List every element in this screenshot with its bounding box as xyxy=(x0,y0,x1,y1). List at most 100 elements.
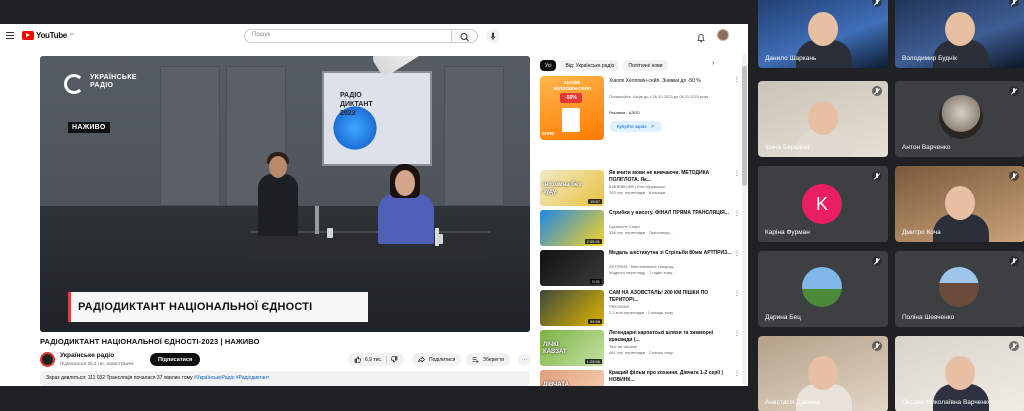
channel-name-link[interactable]: Tour de Ukraine xyxy=(609,344,734,349)
recommended-video[interactable]: іноземна без зуду 19:57 Як вчити мови не в… xyxy=(540,170,740,206)
search-button[interactable] xyxy=(452,29,478,43)
video-duration: 59:58 xyxy=(587,319,602,324)
participant-tile[interactable]: Дмитро Коча xyxy=(895,166,1024,242)
water-glass xyxy=(327,228,333,238)
chip-all[interactable]: Усі xyxy=(540,60,557,71)
mic-off-icon xyxy=(1009,86,1019,96)
participant-face xyxy=(808,12,838,46)
participant-tile[interactable]: Поліна Шевченко xyxy=(895,251,1024,327)
channel-name-link[interactable]: Українське кіно xyxy=(609,384,734,386)
save-button[interactable]: Зберегти xyxy=(466,353,511,366)
search-input[interactable]: Пошук xyxy=(244,29,452,43)
chevron-right-icon[interactable]: › xyxy=(712,60,714,67)
participant-tile[interactable]: Антон Варченко xyxy=(895,81,1024,157)
channel-name-link[interactable]: БІЗНЕВЕЛИК | Ели Мурамські xyxy=(609,184,734,189)
recommended-video[interactable]: ЛІЧКІ КАВЗАТ 1:25:56 Легендарні карпатські… xyxy=(540,330,740,366)
more-icon: ⋯ xyxy=(522,356,527,363)
filter-chips: Усі Від: Українське радіо Політичні нови xyxy=(540,60,740,72)
participant-tile[interactable]: Ірина Бережна xyxy=(758,81,888,157)
mic-off-icon xyxy=(1009,341,1019,351)
participant-tile[interactable]: Дарина Бец xyxy=(758,251,888,327)
recommended-video[interactable]: ДІВЧАТА1:35:01 Кращий фільм про кохання. … xyxy=(540,370,740,386)
youtube-logo[interactable]: YouTube UA xyxy=(22,31,74,40)
more-vert-icon[interactable]: ⋮ xyxy=(734,330,740,337)
participant-tile[interactable]: Володимир Буднік xyxy=(895,0,1024,68)
participant-avatar xyxy=(939,267,979,307)
video-duration: 1:25:56 xyxy=(584,359,602,364)
channel-name-link[interactable]: АРТПРИЗ · Виготовлення Нагород... xyxy=(609,264,734,269)
video-player[interactable]: РАДІО ДИКТАНТ 2023 УКРАЇНСЬКЕ РАДІО НАЖИ… xyxy=(40,56,530,332)
video-title-link[interactable]: Медаль шестикутна зі Стрільби 80мм АРТПР… xyxy=(609,250,734,257)
account-avatar[interactable] xyxy=(717,29,729,41)
participant-name: Каріна Фурман xyxy=(765,229,810,236)
channel-name-link[interactable]: Суспільне Спорт xyxy=(609,224,734,229)
video-title-link[interactable]: Легендарні карпатські шляхи та зимморні … xyxy=(609,330,734,343)
participant-tile[interactable]: Анастасія Дзюмка xyxy=(758,336,888,411)
more-vert-icon[interactable]: ⋮ xyxy=(734,370,740,377)
scrollbar-thumb[interactable] xyxy=(742,66,747,186)
lower-third-accent xyxy=(68,292,71,322)
brand-line-2: РАДІО xyxy=(90,82,114,89)
video-thumbnail[interactable]: ДІВЧАТА1:35:01 xyxy=(540,370,604,386)
more-vert-icon[interactable]: ⋮ xyxy=(734,250,740,257)
video-title-link[interactable]: САМ НА АЗОВСТАЛЬ! 200 КМ ПІШКИ ПО ТЕРИТО… xyxy=(609,290,734,303)
ad-cta-button[interactable]: Купуйте зараз ↗ xyxy=(609,121,663,132)
video-title-link[interactable]: Кращий фільм про кохання. Дівчата 1-2 се… xyxy=(609,370,734,383)
video-title-link[interactable]: Стрибки у висоту. ФІНАЛ ПРЯМА ТРАНСЛЯЦІЯ… xyxy=(609,210,734,217)
video-meta: 338 тис. переглядів · Трансляція... xyxy=(609,230,673,235)
more-vert-icon[interactable]: ⋮ xyxy=(734,290,740,297)
mic-off-icon xyxy=(872,256,882,266)
recommended-video[interactable]: 59:58 САМ НА АЗОВСТАЛЬ! 200 КМ ПІШКИ ПО Т… xyxy=(540,290,740,326)
subscribe-button[interactable]: Підписатися xyxy=(150,353,201,366)
video-thumbnail[interactable]: ЛІЧКІ КАВЗАТ 1:25:56 xyxy=(540,330,604,366)
thumbs-down-icon[interactable] xyxy=(391,356,398,363)
menu-icon[interactable] xyxy=(6,32,14,39)
video-thumbnail[interactable]: 59:58 xyxy=(540,290,604,326)
notifications-button[interactable] xyxy=(697,30,705,43)
like-button[interactable]: 6,9 тис. xyxy=(348,353,405,366)
more-vert-icon[interactable]: ⋮ xyxy=(734,170,740,177)
channel-subscribers: Підписалося 25,2 тис. користувачів xyxy=(60,361,134,366)
live-badge: НАЖИВО xyxy=(68,122,110,133)
bell-icon xyxy=(697,34,705,43)
screen: YouTube UA Пошук РАДІО ДИКТАНТ 2023 УКРА… xyxy=(0,0,1024,411)
ad-meta: Поспішайте. Акція до з 26.10.2023 до 06.… xyxy=(609,94,709,99)
youtube-window: YouTube UA Пошук РАДІО ДИКТАНТ 2023 УКРА… xyxy=(0,24,748,386)
ad-thumbnail[interactable]: XIAOMI ХЕЛЛОВІН-СЕЙЛ -50% алло xyxy=(540,76,604,140)
channel-avatar[interactable] xyxy=(40,352,55,367)
description-hashtags[interactable]: #УкраїнськеРадіо #Радіодиктант xyxy=(194,375,269,381)
channel-name[interactable]: Українське радіо xyxy=(60,352,114,359)
screen-title: РАДІО ДИКТАНТ 2023 xyxy=(340,91,373,118)
ad-title[interactable]: Xiaomi Хелловін-сейл. Знижки до -50 % xyxy=(609,78,734,85)
participant-name: Поліна Шевченко xyxy=(902,314,955,321)
chip-political-news[interactable]: Політичні нови xyxy=(623,60,668,71)
chip-from-channel[interactable]: Від: Українське радіо xyxy=(560,60,620,71)
desk-microphone xyxy=(315,206,319,234)
participant-avatar xyxy=(939,95,983,139)
participant-name: Ірина Бережна xyxy=(765,144,810,151)
voice-search-button[interactable] xyxy=(486,29,500,43)
video-title-link[interactable]: Як вчити мови не вивчаючи. МЕТОДИКА ПОЛІ… xyxy=(609,170,734,183)
more-actions-button[interactable]: ⋯ xyxy=(518,353,531,366)
video-title: РАДІОДИКТАНТ НАЦІОНАЛЬНОЇ ЄДНОСТІ-2023 |… xyxy=(40,337,260,346)
participant-tile[interactable]: Данило Шаркань xyxy=(758,0,888,68)
recommended-video[interactable]: 0:31 Медаль шестикутна зі Стрільби 80мм А… xyxy=(540,250,740,286)
video-thumbnail[interactable]: 2:05:31 xyxy=(540,210,604,246)
recommended-video[interactable]: 2:05:31 Стрибки у висоту. ФІНАЛ ПРЯМА ТРА… xyxy=(540,210,740,246)
video-duration: 0:31 xyxy=(590,279,602,284)
video-thumbnail[interactable]: іноземна без зуду 19:57 xyxy=(540,170,604,206)
participant-face xyxy=(808,356,838,390)
sponsored-ad[interactable]: XIAOMI ХЕЛЛОВІН-СЕЙЛ -50% алло Xiaomi Хе… xyxy=(540,76,740,164)
participant-tile[interactable]: Оксана Миколаївна Варченко xyxy=(895,336,1024,411)
video-description[interactable]: Зараз дивляться: 111 032 Трансляція поча… xyxy=(40,371,530,386)
channel-name-link[interactable]: PRESSING xyxy=(609,304,734,309)
participant-tile[interactable]: K Каріна Фурман xyxy=(758,166,888,242)
participant-name: Дмитро Коча xyxy=(902,229,941,236)
participant-face xyxy=(945,186,975,220)
video-thumbnail[interactable]: 0:31 xyxy=(540,250,604,286)
more-vert-icon[interactable]: ⋮ xyxy=(734,210,740,217)
more-vert-icon[interactable]: ⋮ xyxy=(734,76,740,83)
share-label: Поділитися xyxy=(429,356,456,363)
participant-face xyxy=(945,12,975,46)
share-button[interactable]: Поділитися xyxy=(412,353,462,366)
